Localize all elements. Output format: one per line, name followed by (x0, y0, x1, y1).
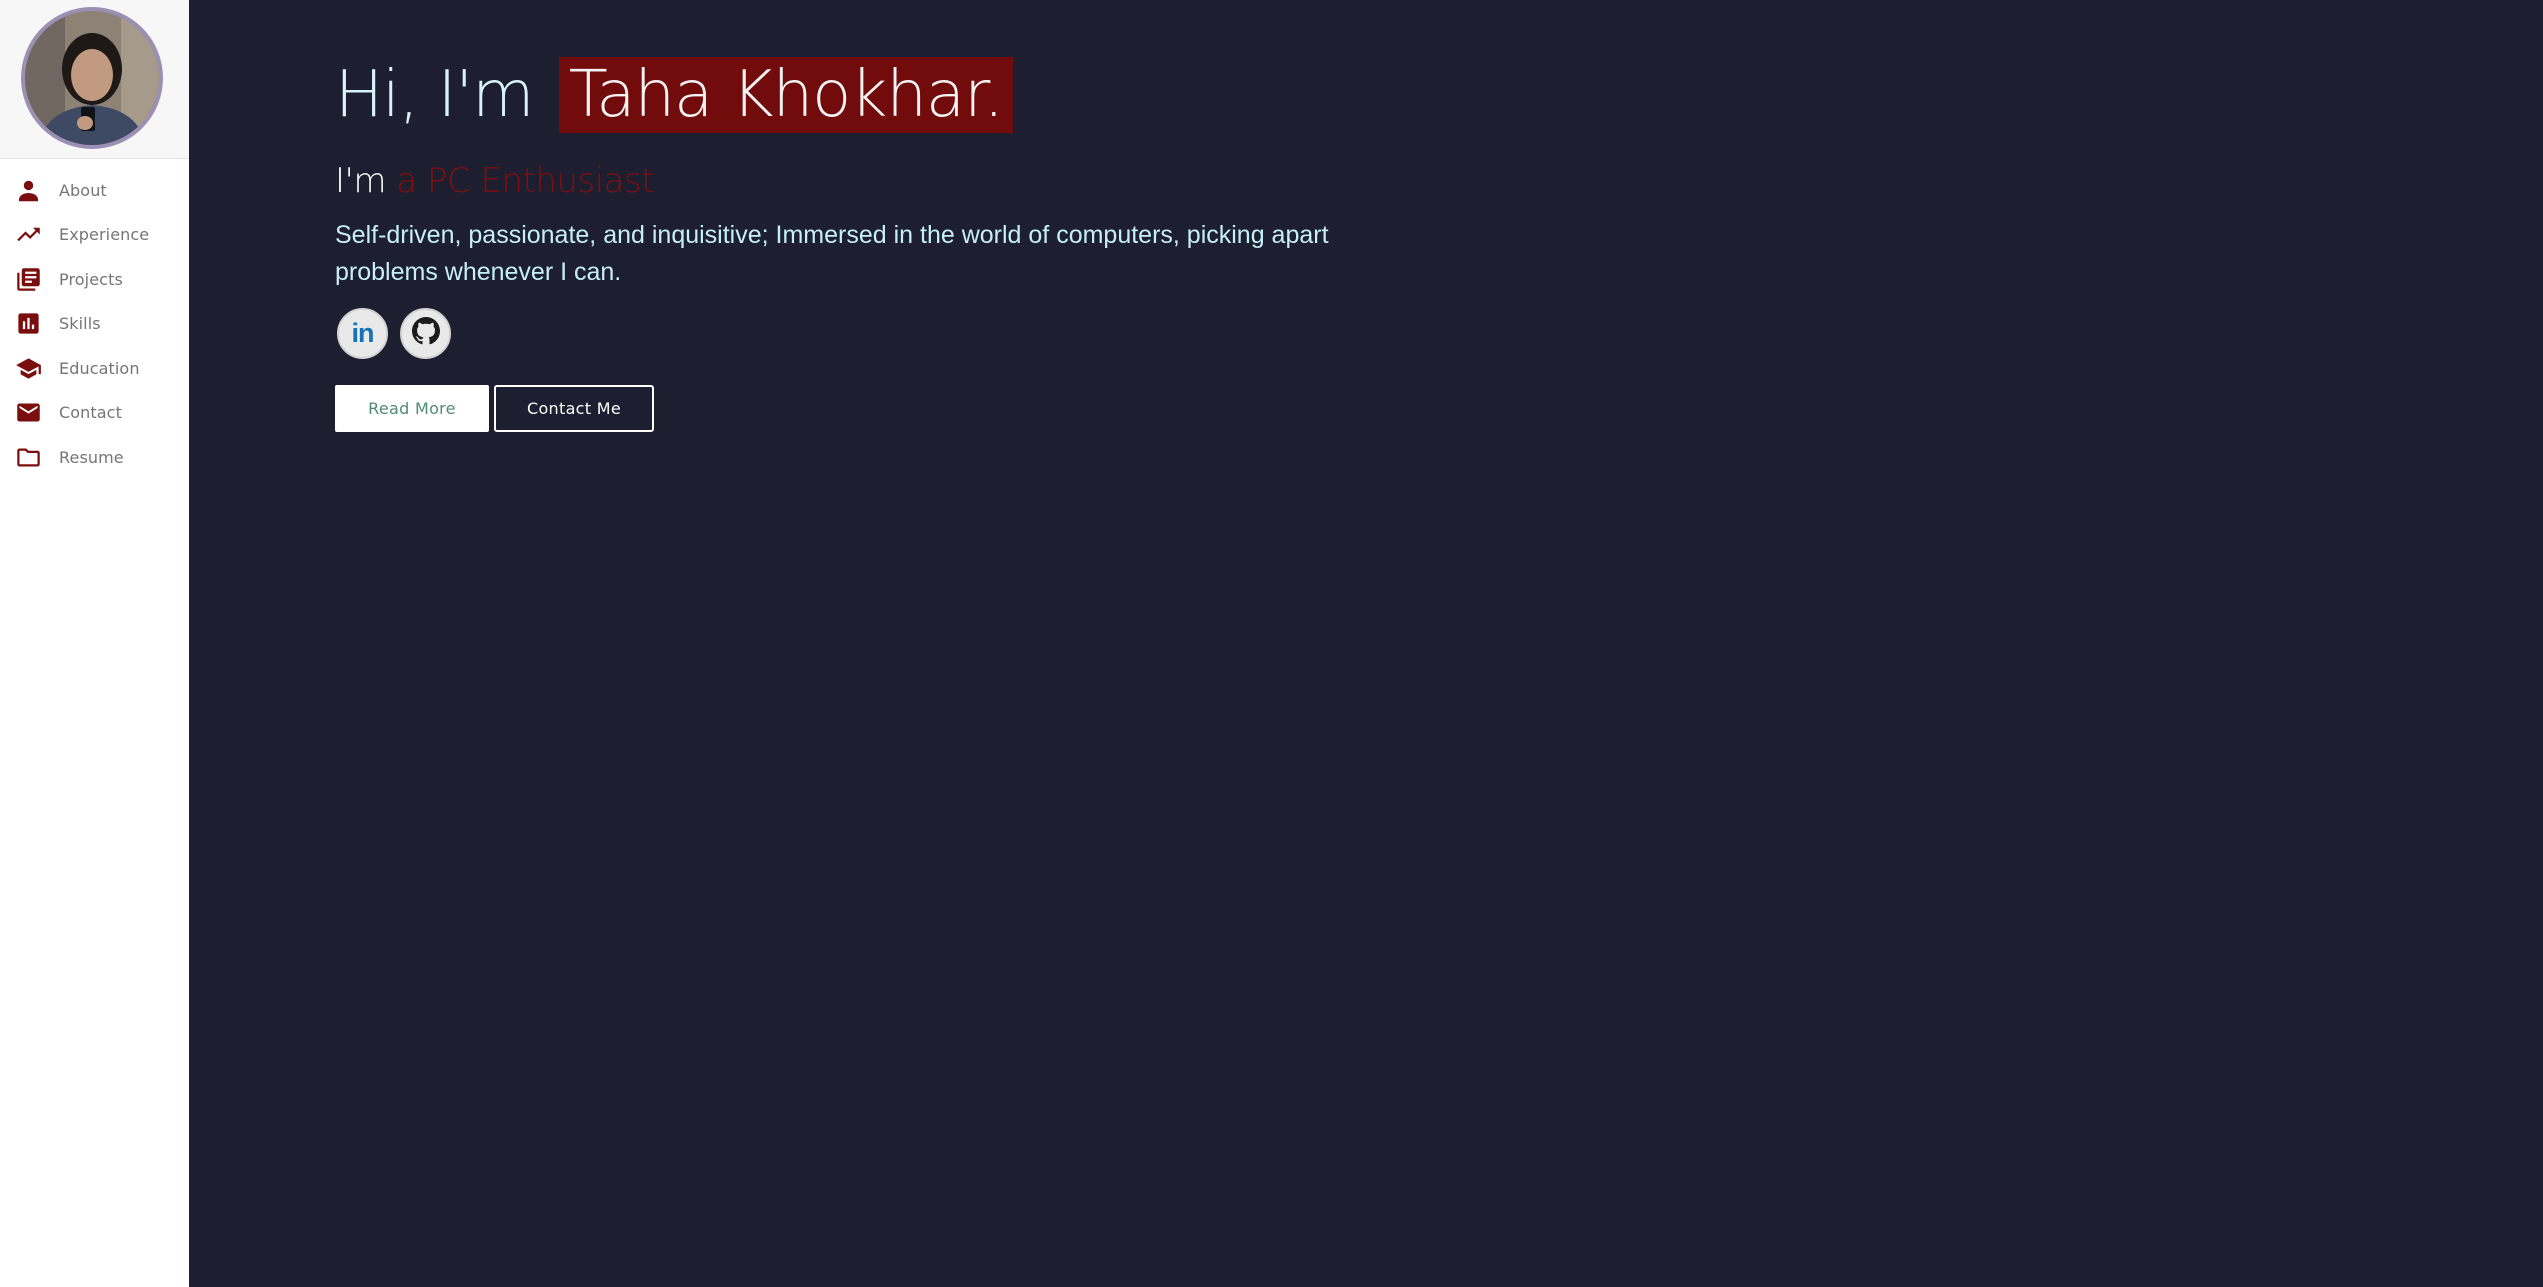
sidebar-item-label: About (59, 180, 107, 200)
sidebar-item-contact[interactable]: Contact (0, 391, 189, 436)
sidebar-item-label: Skills (59, 314, 101, 334)
sidebar-item-resume[interactable]: Resume (0, 435, 189, 480)
sidebar-item-projects[interactable]: Projects (0, 257, 189, 302)
bar-chart-icon (15, 310, 42, 337)
folder-icon (15, 444, 42, 471)
name-highlight: Taha Khokhar. (558, 57, 1013, 133)
tagline: I'm a PC Enthusiast (335, 161, 1485, 201)
sidebar-item-label: Experience (59, 225, 150, 245)
sidebar-item-label: Resume (59, 447, 124, 467)
sidebar-item-about[interactable]: About (0, 168, 189, 213)
github-icon (411, 317, 440, 350)
sidebar-nav: About Experience Projects Skills Educati… (0, 159, 189, 480)
linkedin-button[interactable]: in (337, 308, 388, 359)
hero-section: Hi, I'm Taha Khokhar. I'm a PC Enthusias… (335, 57, 1485, 432)
school-icon (15, 355, 42, 382)
linkedin-icon: in (351, 318, 375, 348)
social-links: in (335, 308, 1485, 359)
read-more-button[interactable]: Read More (335, 385, 489, 432)
person-icon (15, 177, 42, 204)
sidebar-item-label: Contact (59, 403, 122, 423)
tagline-role: a PC Enthusiast (396, 161, 655, 201)
sidebar-item-experience[interactable]: Experience (0, 213, 189, 258)
github-button[interactable] (400, 308, 451, 359)
library-books-icon (15, 266, 42, 293)
tagline-prefix: I'm (335, 161, 387, 201)
email-icon (15, 399, 42, 426)
page-title: Hi, I'm Taha Khokhar. (335, 57, 1485, 133)
contact-me-button[interactable]: Contact Me (494, 385, 654, 432)
trending-up-icon (15, 221, 42, 248)
main-content: Hi, I'm Taha Khokhar. I'm a PC Enthusias… (189, 0, 2543, 1287)
avatar-container (0, 0, 189, 159)
sidebar-item-education[interactable]: Education (0, 346, 189, 391)
bio-text: Self-driven, passionate, and inquisitive… (335, 221, 1329, 286)
avatar-photo (25, 11, 159, 145)
greeting-text: Hi, I'm (335, 58, 534, 132)
hero-buttons: Read More Contact Me (335, 385, 1485, 432)
sidebar-item-label: Education (59, 358, 140, 378)
sidebar-item-skills[interactable]: Skills (0, 302, 189, 347)
avatar[interactable] (21, 7, 163, 149)
sidebar-item-label: Projects (59, 269, 123, 289)
sidebar: About Experience Projects Skills Educati… (0, 0, 189, 1287)
